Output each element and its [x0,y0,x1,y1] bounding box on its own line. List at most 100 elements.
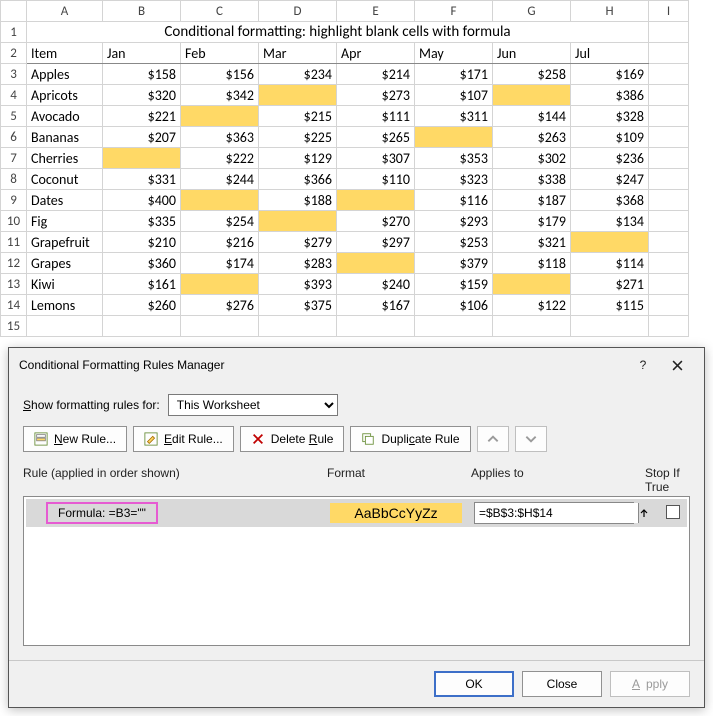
cell[interactable]: $338 [493,169,571,190]
cell[interactable] [649,295,689,316]
cell[interactable]: Apr [337,43,415,64]
cell[interactable]: $366 [259,169,337,190]
cell[interactable]: $244 [181,169,259,190]
cell[interactable]: $321 [493,232,571,253]
ok-button[interactable]: OK [434,671,514,697]
duplicate-rule-button[interactable]: Duplicate Rule [350,426,470,452]
cell[interactable]: $335 [103,211,181,232]
cell[interactable] [103,148,181,169]
cell[interactable]: $171 [415,64,493,85]
cell[interactable] [103,316,181,337]
delete-rule-button[interactable]: Delete Rule [240,426,345,452]
cell[interactable] [181,106,259,127]
move-down-button[interactable] [515,426,547,452]
cell[interactable]: Apples [27,64,103,85]
sheet-title[interactable]: Conditional formatting: highlight blank … [27,22,649,43]
cell[interactable]: $207 [103,127,181,148]
row-header[interactable]: 6 [1,127,27,148]
col-header[interactable]: H [571,1,649,22]
cell[interactable]: Grapefruit [27,232,103,253]
col-header[interactable]: E [337,1,415,22]
applies-to-input[interactable] [475,503,638,523]
cell[interactable]: $270 [337,211,415,232]
cell[interactable]: $331 [103,169,181,190]
scope-select[interactable]: This Worksheet [168,394,338,416]
cell[interactable]: Cherries [27,148,103,169]
cell[interactable]: $118 [493,253,571,274]
row-header[interactable]: 3 [1,64,27,85]
cell[interactable]: $134 [571,211,649,232]
col-header[interactable]: I [649,1,689,22]
col-header[interactable]: F [415,1,493,22]
cell[interactable] [415,127,493,148]
select-all-corner[interactable] [1,1,27,22]
cell[interactable]: $236 [571,148,649,169]
cell[interactable]: $106 [415,295,493,316]
cell[interactable]: $260 [103,295,181,316]
new-rule-button[interactable]: New Rule... [23,426,127,452]
cell[interactable] [649,211,689,232]
cell[interactable] [649,232,689,253]
cell[interactable]: Jun [493,43,571,64]
cell[interactable]: $253 [415,232,493,253]
cell[interactable] [649,22,689,43]
cell[interactable]: $215 [259,106,337,127]
cell[interactable]: $156 [181,64,259,85]
cell[interactable] [649,64,689,85]
cell[interactable]: Dates [27,190,103,211]
help-button[interactable]: ? [626,354,660,376]
cell[interactable]: $279 [259,232,337,253]
col-header[interactable]: C [181,1,259,22]
cell[interactable]: $323 [415,169,493,190]
cell[interactable]: $240 [337,274,415,295]
cell[interactable]: Apricots [27,85,103,106]
cell[interactable]: $400 [103,190,181,211]
cell[interactable]: $271 [571,274,649,295]
cell[interactable]: $258 [493,64,571,85]
cell[interactable]: Fig [27,211,103,232]
cell[interactable] [571,316,649,337]
cell[interactable]: Item [27,43,103,64]
cell[interactable] [571,232,649,253]
cell[interactable]: $174 [181,253,259,274]
cell[interactable]: Lemons [27,295,103,316]
cell[interactable]: $234 [259,64,337,85]
apply-button[interactable]: Apply [610,671,690,697]
cell[interactable] [649,85,689,106]
cell[interactable] [649,169,689,190]
cell[interactable]: $265 [337,127,415,148]
cell[interactable]: Coconut [27,169,103,190]
cell[interactable]: Jan [103,43,181,64]
row-header[interactable]: 11 [1,232,27,253]
row-header[interactable]: 8 [1,169,27,190]
cell[interactable]: $216 [181,232,259,253]
cell[interactable]: $273 [337,85,415,106]
cell[interactable]: $214 [337,64,415,85]
cell[interactable]: $297 [337,232,415,253]
cell[interactable]: $110 [337,169,415,190]
cell[interactable]: $368 [571,190,649,211]
cell[interactable]: $129 [259,148,337,169]
cell[interactable] [649,127,689,148]
cell[interactable] [493,316,571,337]
cell[interactable]: $254 [181,211,259,232]
cell[interactable] [259,85,337,106]
cell[interactable]: $360 [103,253,181,274]
cell[interactable]: $353 [415,148,493,169]
cell[interactable]: $111 [337,106,415,127]
cell[interactable]: $342 [181,85,259,106]
cell[interactable]: $169 [571,64,649,85]
cell[interactable]: $386 [571,85,649,106]
cell[interactable] [649,43,689,64]
row-header[interactable]: 5 [1,106,27,127]
cell[interactable]: Jul [571,43,649,64]
cell[interactable]: $187 [493,190,571,211]
row-header[interactable]: 15 [1,316,27,337]
cell[interactable]: $307 [337,148,415,169]
cell[interactable]: $158 [103,64,181,85]
cell[interactable] [649,190,689,211]
col-header[interactable]: A [27,1,103,22]
cell[interactable]: $107 [415,85,493,106]
row-header[interactable]: 13 [1,274,27,295]
cell[interactable]: $109 [571,127,649,148]
